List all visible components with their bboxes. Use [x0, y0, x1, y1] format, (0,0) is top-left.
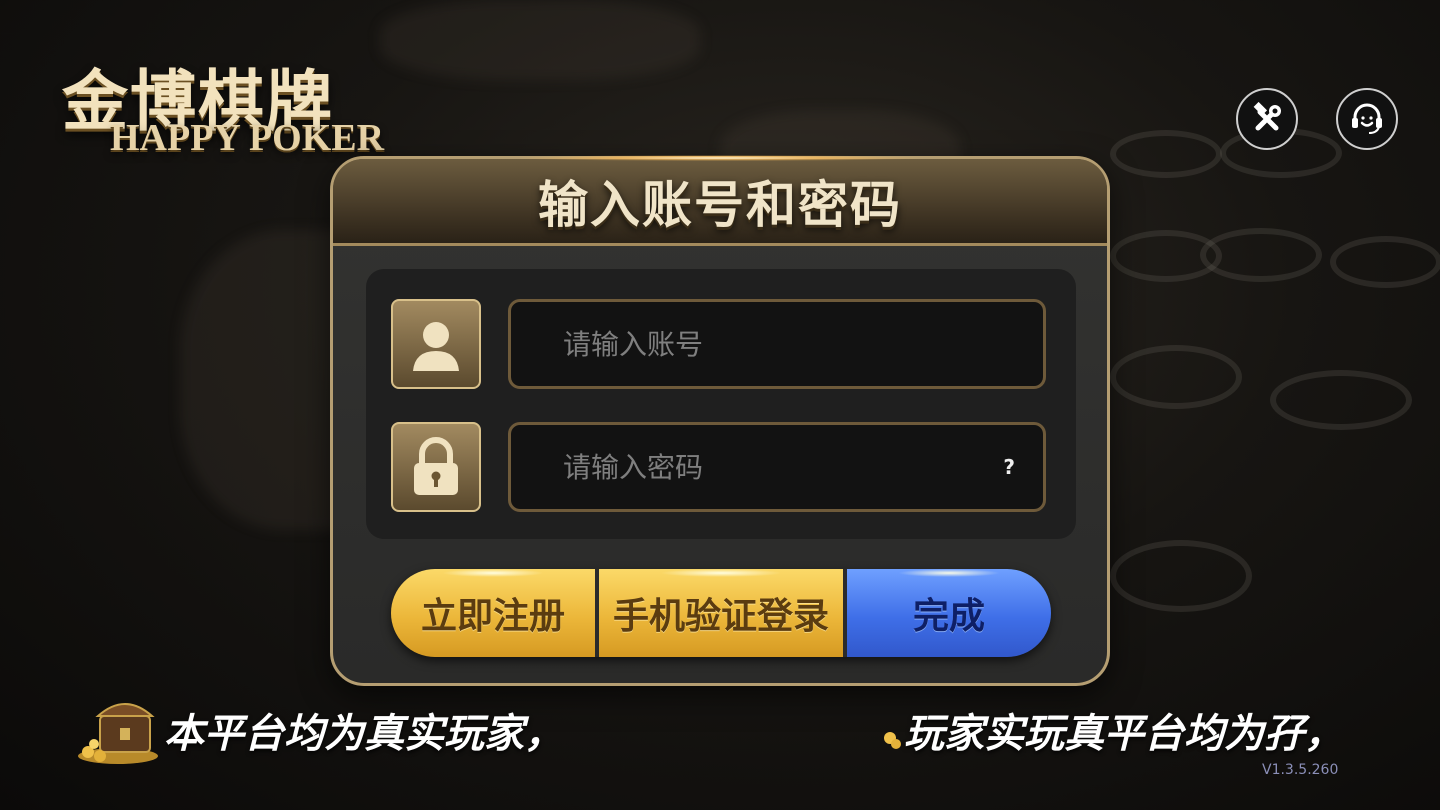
ticker-left: 本平台均为真实玩家， — [72, 694, 564, 766]
user-icon — [391, 299, 481, 389]
ticker-text-right: 玩家实玩真平台均为孖， — [904, 711, 1344, 757]
logo-title-en: HAPPY POKER — [110, 117, 385, 159]
done-button[interactable]: 完成 — [847, 569, 1051, 657]
lock-icon — [391, 422, 481, 512]
app-logo: 金博棋牌 HAPPY POKER — [62, 48, 422, 159]
coins-icon — [884, 732, 901, 749]
ticker-right: 玩家实玩真平台均为孖， — [880, 694, 1344, 766]
tools-icon — [1253, 102, 1281, 131]
password-field[interactable]: ? — [508, 422, 1046, 512]
settings-button[interactable] — [1236, 88, 1298, 150]
dialog-title: 输入账号和密码 — [538, 176, 902, 234]
treasure-chest-icon — [78, 703, 158, 764]
register-button[interactable]: 立即注册 — [391, 569, 595, 657]
headset-icon — [1352, 103, 1382, 134]
account-input[interactable] — [561, 326, 965, 362]
action-buttons: 立即注册 手机验证登录 完成 — [391, 569, 1051, 657]
login-form: ? — [366, 269, 1076, 539]
password-input[interactable] — [561, 449, 965, 485]
account-field[interactable] — [508, 299, 1046, 389]
login-dialog: 输入账号和密码 ? 立即注册 手机验证登录 — [330, 155, 1110, 686]
password-help-button[interactable]: ? — [1003, 455, 1015, 479]
dialog-header: 输入账号和密码 — [333, 155, 1107, 246]
phone-login-button[interactable]: 手机验证登录 — [599, 569, 843, 657]
support-button[interactable] — [1336, 88, 1398, 150]
ticker-text-left: 本平台均为真实玩家， — [164, 711, 564, 757]
version-label: V1.3.5.260 — [1262, 762, 1339, 778]
